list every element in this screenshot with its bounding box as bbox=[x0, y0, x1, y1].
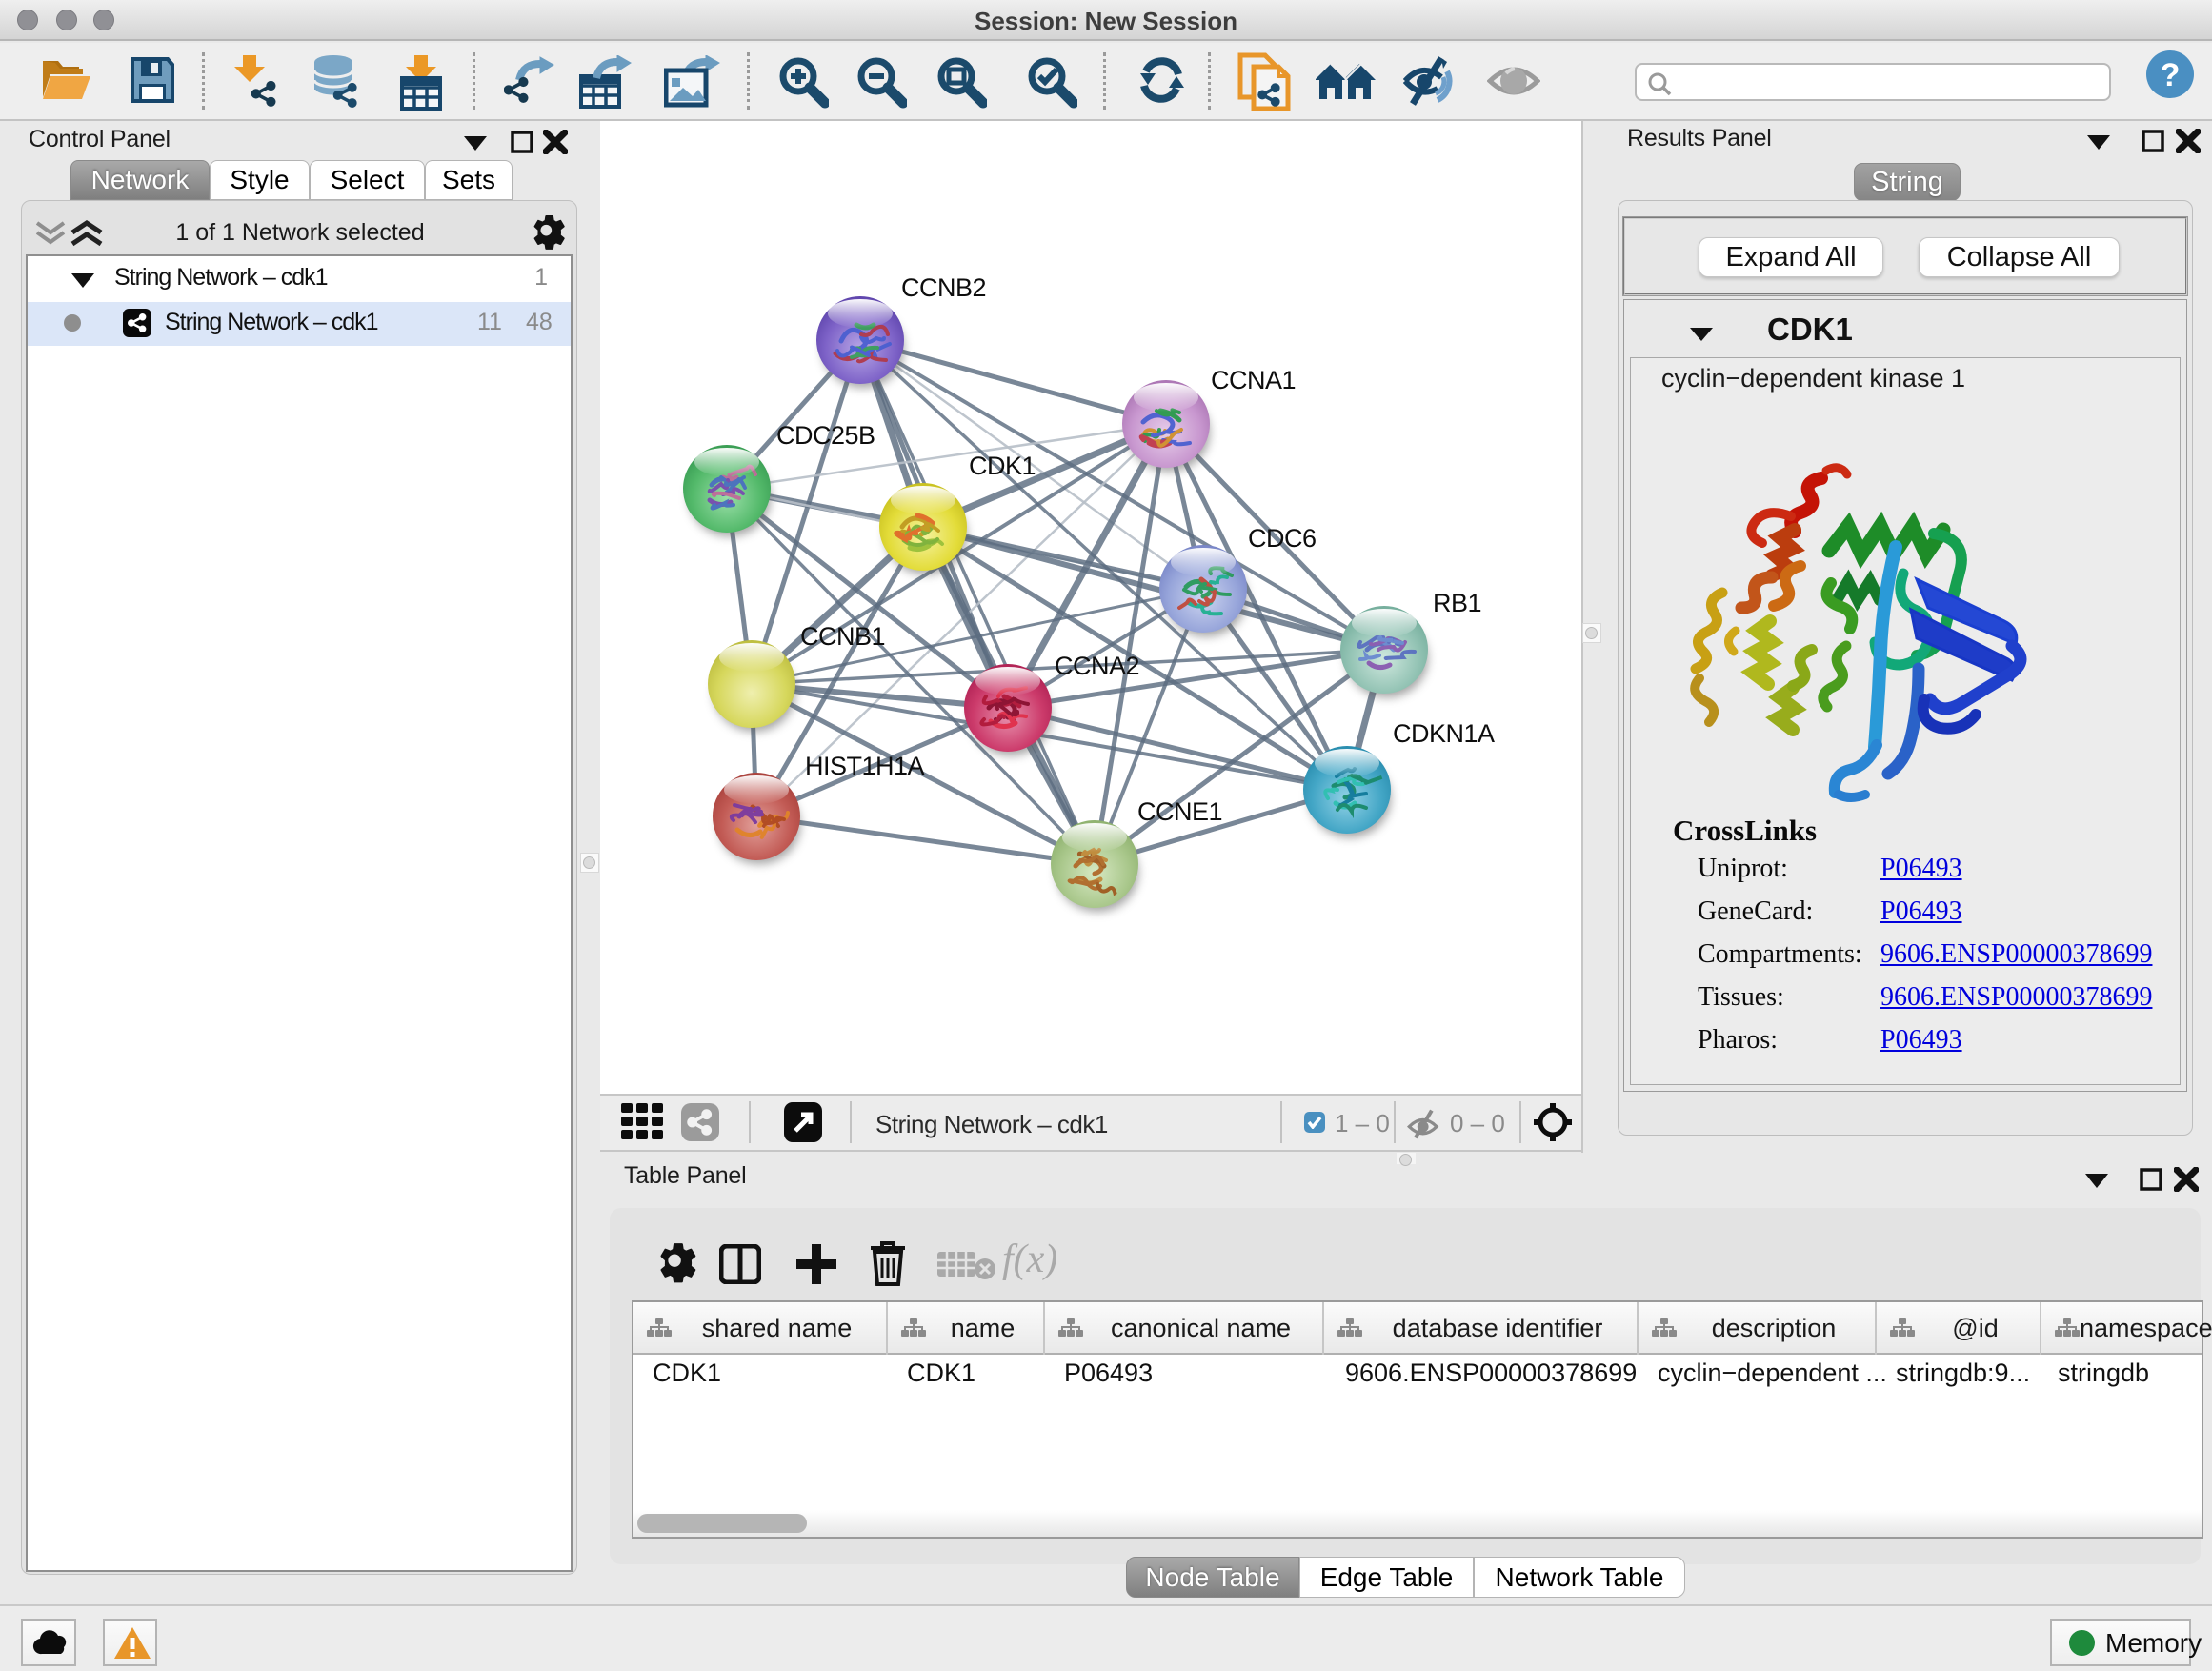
svg-text:HIST1H1A: HIST1H1A bbox=[805, 752, 925, 780]
svg-text:CDKN1A: CDKN1A bbox=[1393, 719, 1495, 748]
svg-text:CCNA1: CCNA1 bbox=[1211, 366, 1296, 394]
svg-text:CDC6: CDC6 bbox=[1248, 524, 1317, 553]
svg-text:CCNB1: CCNB1 bbox=[800, 622, 885, 651]
svg-text:CDC25B: CDC25B bbox=[776, 421, 875, 450]
svg-text:CCNA2: CCNA2 bbox=[1055, 652, 1139, 680]
svg-text:CDK1: CDK1 bbox=[969, 452, 1036, 480]
svg-text:RB1: RB1 bbox=[1433, 589, 1481, 617]
svg-text:CCNE1: CCNE1 bbox=[1137, 797, 1222, 826]
svg-text:?: ? bbox=[2161, 57, 2181, 93]
svg-text:CCNB2: CCNB2 bbox=[901, 273, 986, 302]
